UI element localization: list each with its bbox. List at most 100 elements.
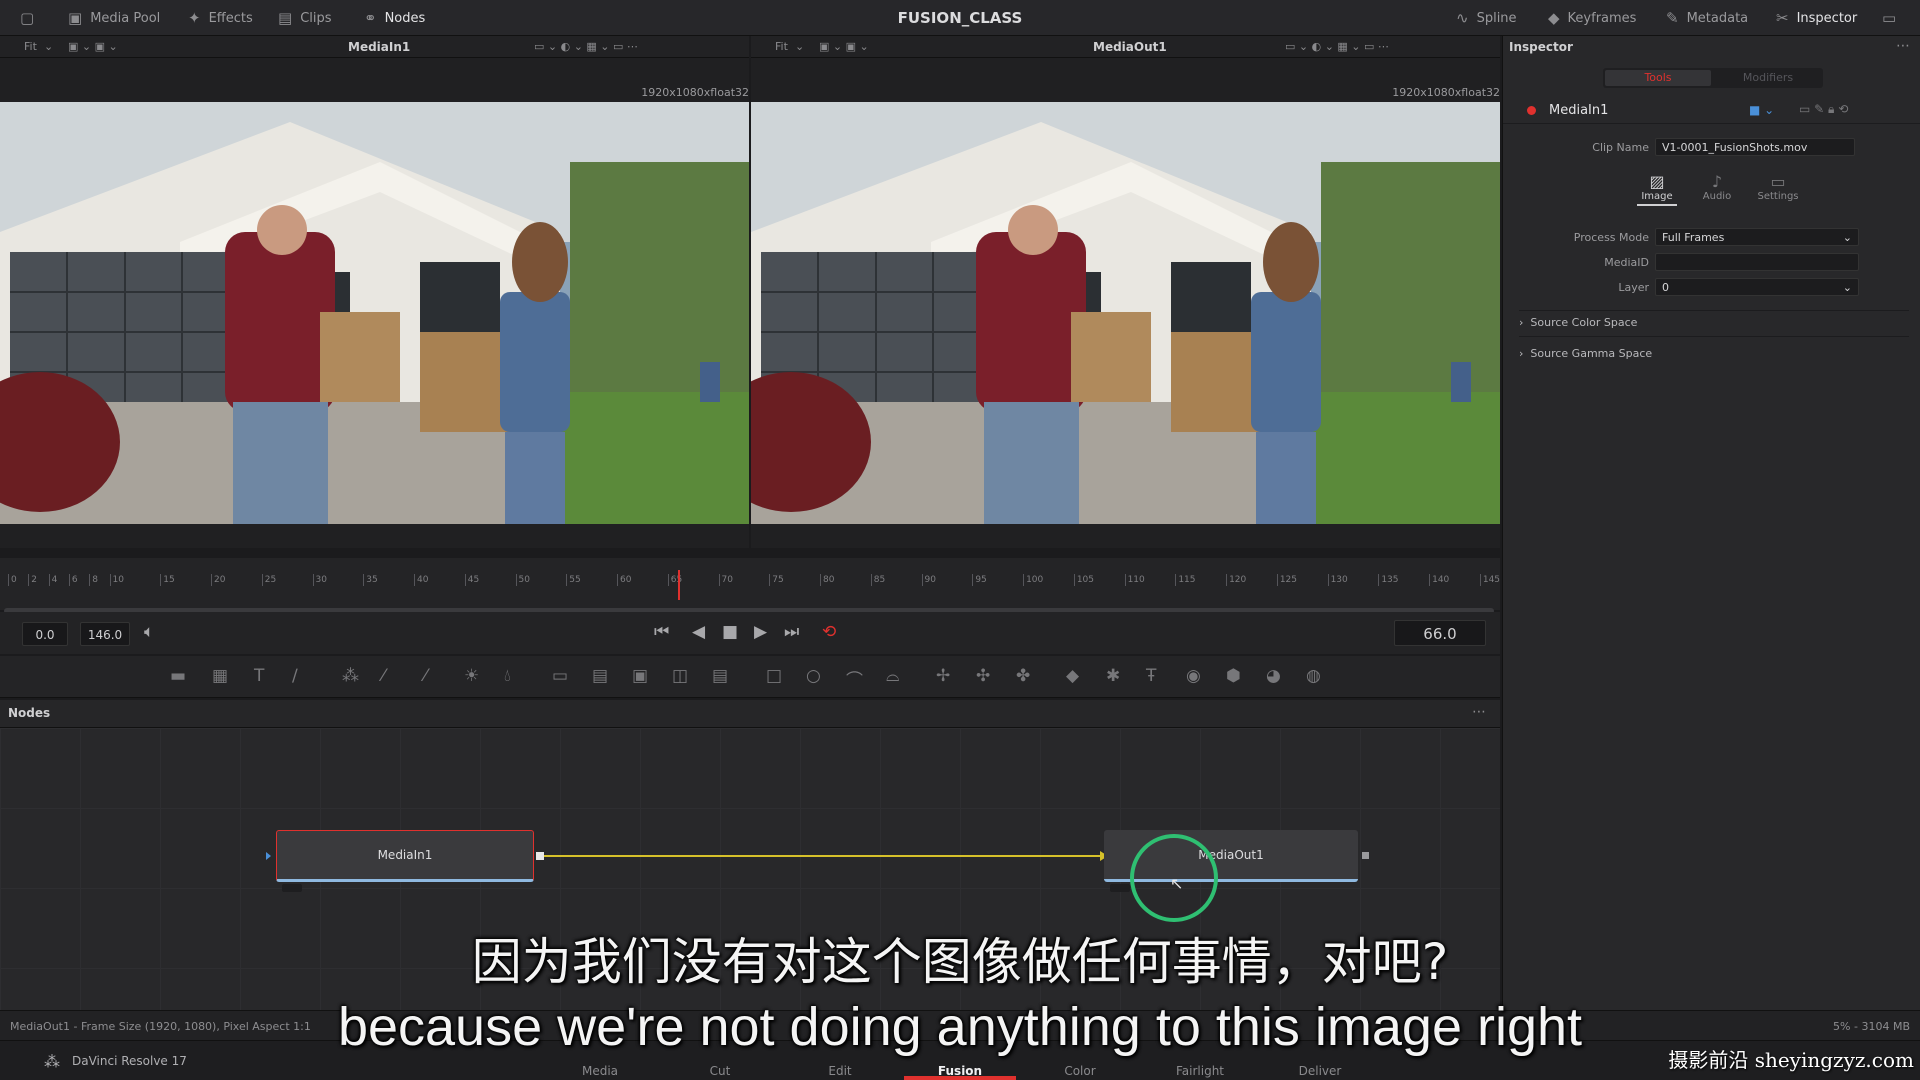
effects-button[interactable]: ✦ Effects xyxy=(188,0,253,36)
timeline-tick xyxy=(566,574,568,586)
mediain1-node[interactable]: MediaIn1 xyxy=(276,830,534,882)
viewer-left[interactable]: 1920x1080xfloat32 xyxy=(0,58,749,548)
camera-tracker-icon[interactable]: ✤ xyxy=(1016,666,1030,686)
inspector-node-header: MediaIn1 ■ ⌄ ▭ ✎ 🔒︎ ⟲ xyxy=(1503,98,1920,124)
node-output-port[interactable] xyxy=(536,852,544,860)
go-to-start-button[interactable]: ⏮︎ xyxy=(654,622,669,642)
tab-modifiers[interactable]: Modifiers xyxy=(1715,70,1821,86)
node-header-icons[interactable]: ▭ ✎ 🔒︎ ⟲ xyxy=(1799,102,1848,117)
timeline-tick-label: 110 xyxy=(1127,575,1145,585)
step-back-button[interactable]: ◀︎ xyxy=(692,622,705,642)
clips-button[interactable]: ▤ Clips xyxy=(278,0,332,36)
timeline-tick-label: 4 xyxy=(51,575,58,585)
page-tab-media[interactable]: Media xyxy=(560,1064,640,1078)
merge-tool-icon[interactable]: ▭ xyxy=(552,666,568,686)
rectangle-mask-icon[interactable]: □ xyxy=(766,666,782,686)
layer-select[interactable]: 0 ⌄ xyxy=(1655,278,1859,296)
node-color-dot[interactable] xyxy=(1527,106,1536,115)
more-options-icon[interactable]: ⋯ xyxy=(1472,704,1486,720)
viewer-left-fit[interactable]: Fit xyxy=(24,36,37,58)
timeline-tick-label: 35 xyxy=(366,575,378,585)
node-toggle-icon[interactable] xyxy=(1110,884,1130,892)
page-tab-edit[interactable]: Edit xyxy=(800,1064,880,1078)
particle3d-tool-icon[interactable]: ✱ xyxy=(1106,666,1120,686)
timeline-tick xyxy=(414,574,416,586)
node-toggle-icon[interactable] xyxy=(282,884,302,892)
page-tab-deliver[interactable]: Deliver xyxy=(1280,1064,1360,1078)
nodes-panel-header: Nodes ⋯ xyxy=(0,700,1500,728)
go-to-end-button[interactable]: ⏭︎ xyxy=(784,622,799,642)
render-start-field[interactable]: 0.0 xyxy=(22,622,68,646)
timeline-playhead[interactable] xyxy=(677,570,680,600)
planar-tracker-icon[interactable]: ✣ xyxy=(976,666,990,686)
timeline-tick xyxy=(769,574,771,586)
fullscreen-button[interactable]: ▭ xyxy=(1882,0,1896,36)
view-options-icon[interactable]: ▣ ⌄ ▣ ⌄ xyxy=(68,36,118,58)
page-tab-fusion[interactable]: Fusion xyxy=(920,1064,1000,1078)
paint-tool-icon[interactable]: ▦ xyxy=(212,666,228,686)
process-mode-select[interactable]: Full Frames ⌄ xyxy=(1655,228,1859,246)
image-icon: ▨ xyxy=(1649,172,1665,191)
mediaid-field[interactable] xyxy=(1655,253,1859,271)
viewer-left-tools[interactable]: ▭ ⌄ ◐ ⌄ ▦ ⌄ ▭ ⋯ xyxy=(534,36,638,58)
shape3d-tool-icon[interactable]: ◆ xyxy=(1066,666,1079,686)
bspline-mask-icon[interactable]: ⌓ xyxy=(886,666,899,686)
subtab-image[interactable]: ▨ Image xyxy=(1637,172,1677,206)
workspace-toggle[interactable]: ▢ xyxy=(20,0,34,36)
stop-button[interactable]: ■ xyxy=(722,622,738,642)
page-tab-cut[interactable]: Cut xyxy=(680,1064,760,1078)
color-correct-tool-icon[interactable]: ⁄ xyxy=(424,666,427,686)
render3d-tool-icon[interactable]: ◍ xyxy=(1306,666,1321,686)
brush-tool-icon[interactable]: ∕ xyxy=(292,666,298,686)
blur-tool-icon[interactable]: ⁄ xyxy=(382,666,385,686)
tracker-tool-icon[interactable]: ✢ xyxy=(936,666,950,686)
page-tab-color[interactable]: Color xyxy=(1040,1064,1120,1078)
crop-tool-icon[interactable]: ▤ xyxy=(712,666,728,686)
subtab-settings[interactable]: ▭ Settings xyxy=(1753,172,1803,202)
timeline-tick-label: 85 xyxy=(873,575,886,585)
merge3d-tool-icon[interactable]: ⬢ xyxy=(1226,666,1241,686)
node-output-port[interactable] xyxy=(1362,852,1369,859)
ellipse-mask-icon[interactable]: ○ xyxy=(806,666,821,686)
media-pool-button[interactable]: ▣ Media Pool xyxy=(68,0,160,36)
matte-tool-icon[interactable]: ▣ xyxy=(632,666,648,686)
drop-tool-icon[interactable]: 💧︎ xyxy=(504,666,511,686)
clip-name-field[interactable]: V1-0001_FusionShots.mov xyxy=(1655,138,1855,156)
camera3d-tool-icon[interactable]: ◉ xyxy=(1186,666,1201,686)
timeline-tick-label: 75 xyxy=(772,575,784,585)
background-tool-icon[interactable]: ▬ xyxy=(170,666,186,686)
chevron-right-icon: › xyxy=(1519,347,1524,360)
spline-button[interactable]: ∿ Spline xyxy=(1456,0,1517,36)
nodes-button[interactable]: ⚭ Nodes xyxy=(364,0,425,36)
transform-tool-icon[interactable]: ▤ xyxy=(592,666,608,686)
keyframes-button[interactable]: ◆ Keyframes xyxy=(1548,0,1636,36)
node-version-icon[interactable]: ■ ⌄ xyxy=(1749,103,1774,117)
tab-tools[interactable]: Tools xyxy=(1605,70,1711,86)
view-options-icon[interactable]: ▣ ⌄ ▣ ⌄ xyxy=(819,36,869,58)
viewer-right[interactable]: 1920x1080xfloat32 xyxy=(751,58,1500,548)
page-tab-fairlight[interactable]: Fairlight xyxy=(1160,1064,1240,1078)
particles-tool-icon[interactable]: ⁂ xyxy=(342,666,359,686)
light3d-tool-icon[interactable]: ◕ xyxy=(1266,666,1281,686)
layer-label: Layer xyxy=(1618,281,1649,294)
spline-icon: ∿ xyxy=(1456,9,1469,27)
resize-tool-icon[interactable]: ◫ xyxy=(672,666,688,686)
clip-name-label: Clip Name xyxy=(1592,141,1649,154)
source-gamma-space-section[interactable]: › Source Gamma Space xyxy=(1519,347,1652,360)
text3d-tool-icon[interactable]: Ŧ xyxy=(1146,666,1156,686)
metadata-button[interactable]: ✎ Metadata xyxy=(1666,0,1748,36)
play-button[interactable]: ▶︎ xyxy=(754,622,767,642)
loop-icon[interactable]: ⟲ xyxy=(822,622,836,642)
viewer-right-fit[interactable]: Fit xyxy=(775,36,788,58)
inspector-button[interactable]: ✂ Inspector xyxy=(1776,0,1857,36)
current-frame-field[interactable]: 66.0 xyxy=(1394,620,1486,646)
audio-icon[interactable]: 🔈︎ xyxy=(144,622,154,642)
render-end-field[interactable]: 146.0 xyxy=(80,622,130,646)
polygon-mask-icon[interactable]: ⌒ xyxy=(846,666,863,691)
viewer-right-tools[interactable]: ▭ ⌄ ◐ ⌄ ▦ ⌄ ▭ ⋯ xyxy=(1285,36,1389,58)
brightness-tool-icon[interactable]: ☀ xyxy=(464,666,479,686)
text-tool-icon[interactable]: T xyxy=(254,666,264,686)
source-color-space-section[interactable]: › Source Color Space xyxy=(1519,316,1637,329)
more-options-icon[interactable]: ⋯ xyxy=(1896,38,1910,54)
subtab-audio[interactable]: ♪ Audio xyxy=(1697,172,1737,202)
